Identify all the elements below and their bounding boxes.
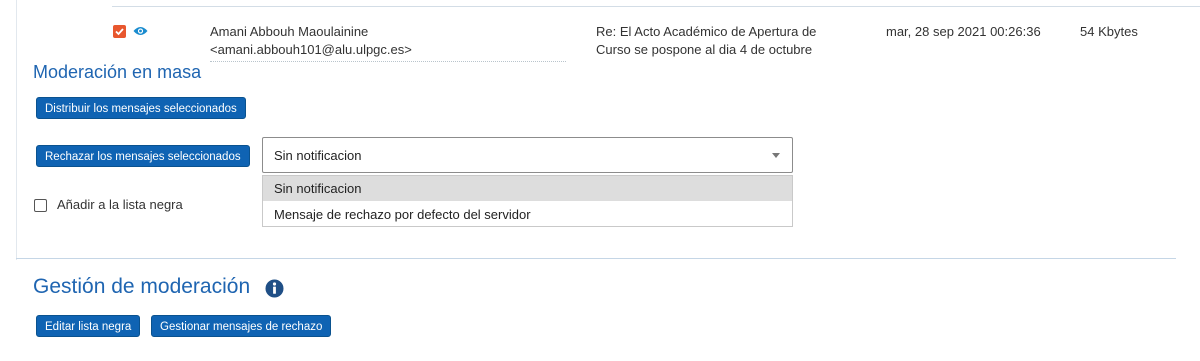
sender-email: <amani.abbouh101@alu.ulpgc.es> [210,42,412,57]
select-value: Sin notificacion [274,148,362,163]
message-subject: Re: El Acto Académico de Apertura de Cur… [596,24,817,57]
message-date: mar, 28 sep 2021 00:26:36 [886,24,1041,39]
left-border [16,0,17,260]
reject-notification-select[interactable]: Sin notificacion [262,137,793,173]
message-size: 54 Kbytes [1080,24,1138,39]
eye-icon[interactable] [133,25,148,37]
option-no-notification[interactable]: Sin notificacion [263,176,792,201]
option-default-reject-message[interactable]: Mensaje de rechazo por defecto del servi… [263,202,792,227]
message-select-checkbox[interactable] [113,25,126,38]
check-icon [115,28,124,36]
reject-selected-button[interactable]: Rechazar los mensajes seleccionados [36,145,250,167]
sender-name: Amani Abbouh Maoulainine [210,24,369,39]
info-icon[interactable] [265,279,284,298]
edit-blacklist-button[interactable]: Editar lista negra [36,315,141,337]
blacklist-checkbox[interactable] [34,199,47,212]
reject-notification-options: Sin notificacion Mensaje de rechazo por … [262,175,793,227]
section-divider [16,258,1176,259]
mass-moderation-title: Moderación en masa [33,62,202,82]
manage-reject-messages-button[interactable]: Gestionar mensajes de rechazo [151,315,332,337]
moderation-management-title: Gestión de moderación [33,275,251,298]
dropdown-arrow-icon [772,153,780,158]
sender-underline [210,60,566,62]
blacklist-checkbox-label[interactable]: Añadir a la lista negra [57,197,183,212]
row-top-border [112,6,1200,7]
distribute-selected-button[interactable]: Distribuir los mensajes seleccionados [36,97,246,119]
